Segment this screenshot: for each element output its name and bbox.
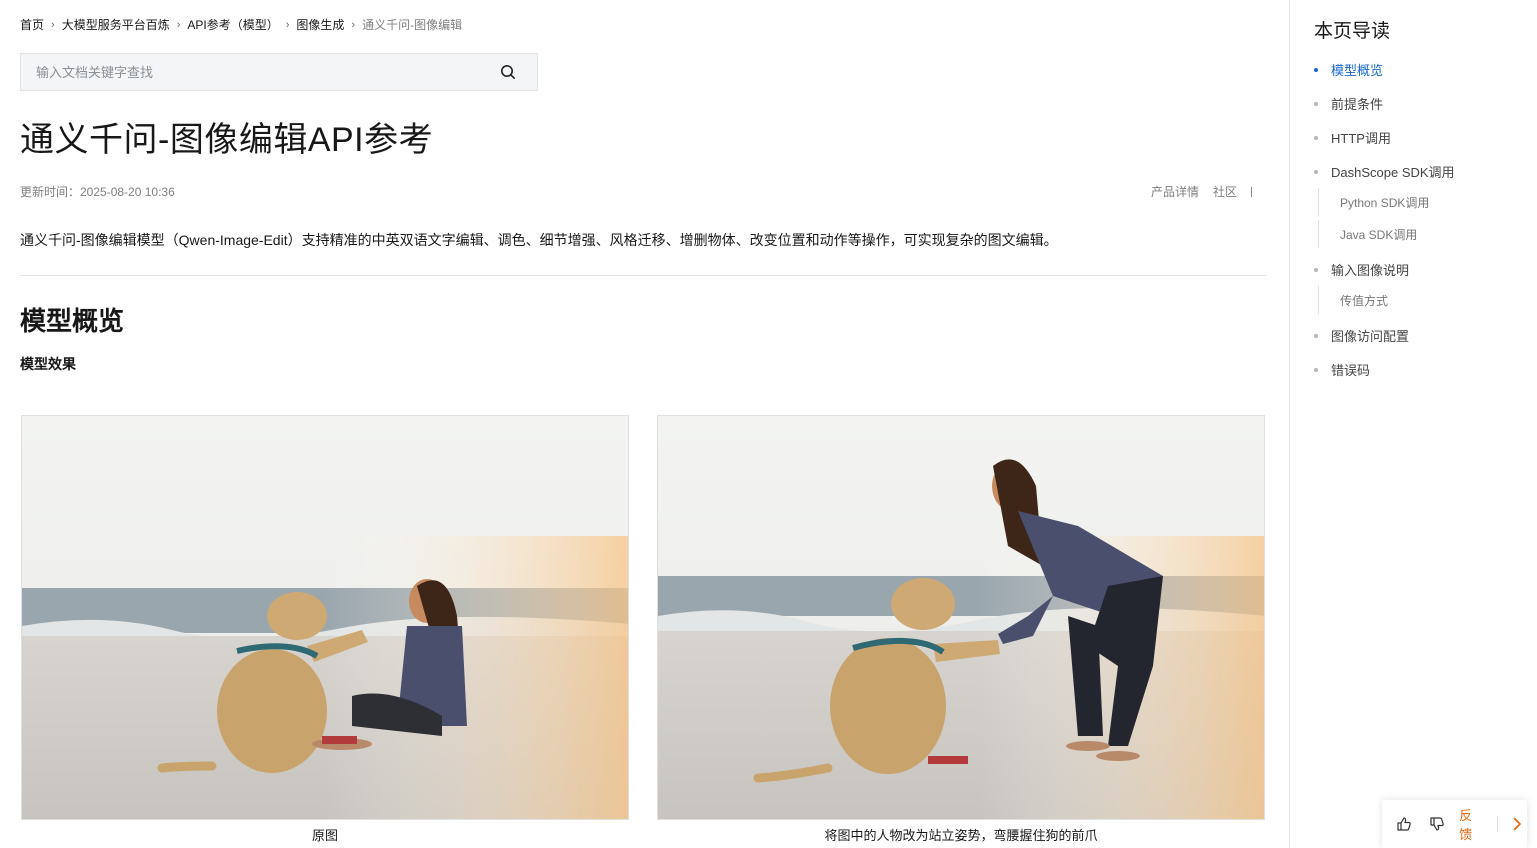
subsection-title: 模型效果 bbox=[20, 356, 76, 372]
bullet-icon bbox=[1314, 333, 1318, 338]
breadcrumb-current: 通义千问-图像编辑 bbox=[362, 18, 463, 32]
product-detail-link[interactable]: 产品详情 bbox=[1151, 183, 1199, 200]
update-time: 更新时间：2025-08-20 10:36 bbox=[20, 185, 175, 199]
search-icon[interactable] bbox=[491, 54, 525, 90]
chevron-right-icon: › bbox=[285, 18, 290, 31]
chevron-right-icon: › bbox=[351, 18, 356, 31]
toc-item-label: DashScope SDK调用 bbox=[1331, 165, 1455, 180]
bullet-icon bbox=[1314, 367, 1318, 372]
toc-item-model-overview[interactable]: 模型概览 bbox=[1314, 60, 1383, 79]
edited-image[interactable] bbox=[657, 415, 1265, 820]
breadcrumb-home[interactable]: 首页 bbox=[20, 16, 44, 33]
toc-item-label: 前提条件 bbox=[1331, 97, 1384, 112]
page-title: 通义千问-图像编辑API参考 bbox=[20, 121, 434, 159]
breadcrumb-image-generation[interactable]: 图像生成 bbox=[296, 16, 344, 33]
toc-subitem-passing-method[interactable]: 传值方式 bbox=[1318, 286, 1388, 314]
toc-item-label: HTTP调用 bbox=[1331, 131, 1391, 146]
meta-links: 产品详情 社区 bbox=[1151, 183, 1252, 200]
toc-title: 本页导读 bbox=[1314, 21, 1391, 42]
toc-item-label: 图像访问配置 bbox=[1331, 329, 1410, 344]
divider-bar bbox=[1251, 186, 1252, 197]
toc-item-prerequisites[interactable]: 前提条件 bbox=[1314, 94, 1383, 113]
figure-edited: 将图中的人物改为站立姿势，弯腰握住狗的前爪 bbox=[657, 415, 1265, 844]
breadcrumb-bailian[interactable]: 大模型服务平台百炼 bbox=[62, 16, 170, 33]
toc-item-label: 输入图像说明 bbox=[1331, 263, 1410, 278]
figure-original: 原图 bbox=[21, 415, 629, 844]
bullet-icon bbox=[1314, 135, 1318, 140]
thumbs-down-icon[interactable] bbox=[1427, 813, 1448, 835]
section-title: 模型概览 bbox=[20, 306, 125, 336]
toc-item-input-image[interactable]: 输入图像说明 bbox=[1314, 260, 1409, 279]
toc-item-dashscope-sdk[interactable]: DashScope SDK调用 bbox=[1314, 162, 1455, 181]
chevron-right-icon: › bbox=[176, 18, 181, 31]
intro-paragraph: 通义千问-图像编辑模型（Qwen-Image-Edit）支持精准的中英双语文字编… bbox=[20, 232, 1058, 248]
toc-subitem-python-sdk[interactable]: Python SDK调用 bbox=[1318, 188, 1429, 216]
toc-item-label: 模型概览 bbox=[1331, 63, 1384, 78]
bullet-icon bbox=[1314, 169, 1318, 174]
chevron-right-icon: › bbox=[51, 18, 55, 31]
breadcrumb: 首页 › 大模型服务平台百炼 › API参考（模型） › 图像生成 › 通义千问… bbox=[20, 16, 462, 33]
toc-item-http[interactable]: HTTP调用 bbox=[1314, 128, 1391, 147]
search-input[interactable] bbox=[21, 54, 491, 90]
toc-item-image-access[interactable]: 图像访问配置 bbox=[1314, 326, 1409, 345]
thumbs-up-icon[interactable] bbox=[1394, 813, 1415, 835]
bullet-icon bbox=[1314, 101, 1318, 106]
original-image[interactable] bbox=[21, 415, 629, 820]
figure-caption: 原图 bbox=[311, 828, 338, 843]
section-divider bbox=[20, 275, 1266, 276]
divider bbox=[1497, 816, 1499, 832]
toc-item-label: 错误码 bbox=[1331, 363, 1371, 378]
table-of-contents: 本页导读 模型概览 前提条件 HTTP调用 DashScope SDK调用 Py… bbox=[1289, 0, 1537, 848]
main-content: 首页 › 大模型服务平台百炼 › API参考（模型） › 图像生成 › 通义千问… bbox=[20, 0, 1266, 848]
bullet-icon bbox=[1314, 67, 1318, 72]
feedback-label[interactable]: 反馈 bbox=[1459, 805, 1483, 843]
feedback-widget: 反馈 bbox=[1382, 800, 1527, 848]
toc-item-error-codes[interactable]: 错误码 bbox=[1314, 360, 1370, 379]
chevron-right-icon[interactable] bbox=[1506, 813, 1527, 835]
toc-subitem-java-sdk[interactable]: Java SDK调用 bbox=[1318, 220, 1417, 248]
breadcrumb-api-reference[interactable]: API参考（模型） bbox=[187, 16, 278, 33]
community-link[interactable]: 社区 bbox=[1213, 183, 1237, 200]
bullet-icon bbox=[1314, 267, 1318, 272]
figure-caption: 将图中的人物改为站立姿势，弯腰握住狗的前爪 bbox=[824, 828, 1098, 843]
doc-search-box bbox=[20, 53, 538, 91]
